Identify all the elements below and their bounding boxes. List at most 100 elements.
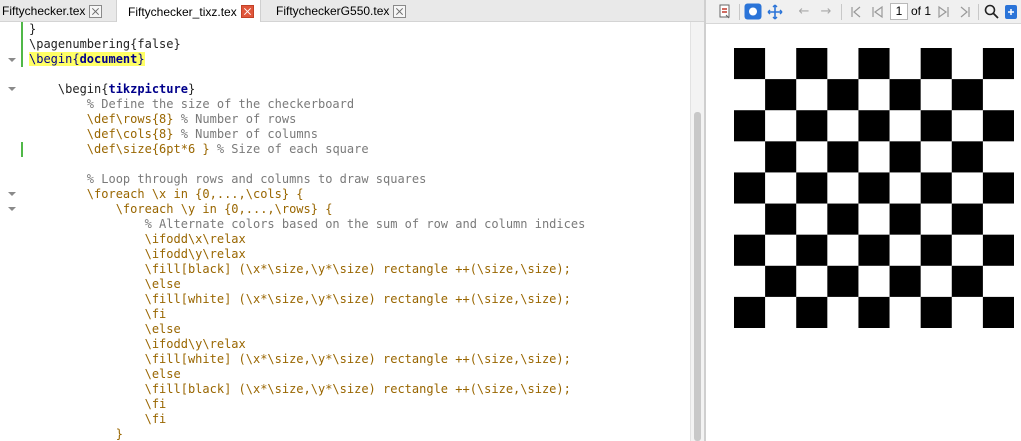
code-token: \fill[white] (\x*\size,\y*\size) rectang… [29, 352, 571, 366]
code-line[interactable]: \foreach \x in {0,...,\cols} { [29, 187, 585, 202]
close-icon[interactable] [240, 5, 254, 18]
code-token: % Size of each square [216, 142, 369, 156]
board-square-white [951, 110, 984, 142]
code-token: \else [29, 322, 181, 336]
board-square-white [796, 79, 828, 111]
close-icon[interactable] [393, 4, 407, 18]
export-icon[interactable] [1003, 3, 1019, 20]
code-line[interactable]: \fill[black] (\x*\size,\y*\size) rectang… [29, 262, 585, 277]
code-line[interactable]: \fi [29, 307, 585, 322]
pdf-viewer: ← → 1 of 1 [706, 0, 1021, 441]
board-square-white [765, 110, 797, 142]
previous-page-icon[interactable] [869, 3, 885, 20]
next-page-icon[interactable] [936, 3, 952, 20]
code-line[interactable] [29, 67, 585, 82]
code-text[interactable]: } \pagenumbering{false} \begin{document} \… [29, 22, 585, 441]
pan-tool-icon[interactable] [766, 3, 784, 20]
board-square-black [827, 141, 859, 173]
board-square-black [827, 265, 859, 298]
code-line[interactable]: \else [29, 322, 585, 337]
board-square-black [765, 203, 797, 235]
scrollbar-thumb[interactable] [694, 112, 701, 441]
forward-arrow-icon[interactable]: → [818, 3, 834, 20]
select-mode-icon[interactable] [744, 3, 762, 20]
board-square-white [920, 141, 953, 173]
code-line[interactable]: \def\rows{8} % Number of rows [29, 112, 585, 127]
code-line[interactable]: } [29, 22, 585, 37]
code-line[interactable]: % Alternate colors based on the sum of r… [29, 217, 586, 232]
code-line[interactable]: % Loop through rows and columns to draw … [29, 172, 585, 187]
board-square-white [951, 234, 984, 267]
tab-fiftychecker-g550[interactable]: FiftycheckerG550.tex [276, 0, 407, 22]
board-square-white [827, 296, 859, 328]
tab-fiftychecker-tixz[interactable]: Fiftychecker_tixz.tex [116, 0, 261, 23]
board-square-white [765, 172, 797, 204]
code-line[interactable]: \pagenumbering{false} [29, 37, 585, 52]
code-line[interactable]: \def\cols{8} % Number of columns [29, 127, 585, 142]
fold-icon[interactable] [8, 207, 16, 211]
board-square-white [765, 234, 797, 267]
code-line[interactable]: \ifodd\y\relax [29, 337, 585, 352]
code-token: document [79, 52, 138, 66]
code-token: \begin{ [29, 82, 109, 96]
board-square-white [982, 203, 1014, 235]
board-square-black [734, 172, 766, 204]
code-line[interactable]: \ifodd\y\relax [29, 247, 585, 262]
board-square-white [858, 203, 890, 235]
board-square-black [982, 48, 1014, 80]
board-square-black [951, 79, 984, 111]
board-square-white [796, 265, 828, 298]
code-line[interactable]: } [29, 427, 585, 441]
board-square-black [734, 296, 766, 328]
code-line[interactable]: \fill[black] (\x*\size,\y*\size) rectang… [29, 382, 585, 397]
code-token: } [137, 52, 145, 66]
board-square-black [889, 203, 921, 235]
code-line[interactable]: \fi [29, 412, 585, 427]
code-line[interactable]: \foreach \y in {0,...,\rows} { [29, 202, 585, 217]
board-square-white [734, 203, 766, 235]
close-icon[interactable] [89, 4, 103, 18]
code-line[interactable] [29, 157, 585, 172]
code-line[interactable]: \def\size{6pt*6 } % Size of each square [29, 142, 585, 157]
board-square-white [889, 110, 921, 142]
last-page-icon[interactable] [957, 3, 973, 20]
fold-icon[interactable] [8, 192, 16, 196]
board-square-white [920, 265, 953, 298]
code-line[interactable]: \fill[white] (\x*\size,\y*\size) rectang… [29, 352, 585, 367]
page-count: of 1 [911, 4, 932, 18]
board-square-black [889, 79, 921, 111]
board-square-white [951, 48, 984, 80]
fold-icon[interactable] [8, 87, 16, 91]
first-page-icon[interactable] [848, 3, 864, 20]
code-token: \ifodd\x\relax [29, 232, 246, 246]
board-square-white [765, 48, 797, 80]
board-square-black [796, 172, 828, 204]
code-editor[interactable]: } \pagenumbering{false} \begin{document} \… [0, 22, 704, 441]
code-line[interactable]: \fill[white] (\x*\size,\y*\size) rectang… [29, 292, 585, 307]
board-square-black [920, 110, 953, 142]
code-line[interactable]: % Define the size of the checkerboard [29, 97, 585, 112]
code-line[interactable]: \fi [29, 397, 585, 412]
page-number-input[interactable]: 1 [890, 3, 908, 20]
board-square-white [982, 265, 1014, 298]
tab-label: Fiftychecker_tixz.tex [128, 4, 237, 19]
search-icon[interactable] [982, 3, 1000, 20]
tab-label: FiftycheckerG550.tex [276, 4, 390, 18]
board-square-white [827, 172, 859, 204]
code-line[interactable]: \else [29, 367, 585, 382]
editor-scrollbar[interactable] [690, 22, 704, 441]
sync-source-icon[interactable] [716, 3, 734, 20]
code-token: \fi [29, 412, 167, 426]
code-token: \ifodd\y\relax [29, 337, 246, 351]
board-square-black [858, 172, 890, 204]
code-line[interactable]: \begin{document} [29, 52, 585, 67]
board-square-white [982, 141, 1014, 173]
code-token: % Loop through rows and columns to draw … [29, 172, 427, 186]
code-line[interactable]: \else [29, 277, 585, 292]
back-arrow-icon[interactable]: ← [796, 3, 812, 20]
code-line[interactable]: \begin{tikzpicture} [29, 82, 585, 97]
board-square-black [982, 110, 1014, 142]
fold-icon[interactable] [8, 58, 16, 62]
code-line[interactable]: \ifodd\x\relax [29, 232, 585, 247]
tab-fiftychecker[interactable]: Fiftychecker.tex [2, 0, 103, 22]
